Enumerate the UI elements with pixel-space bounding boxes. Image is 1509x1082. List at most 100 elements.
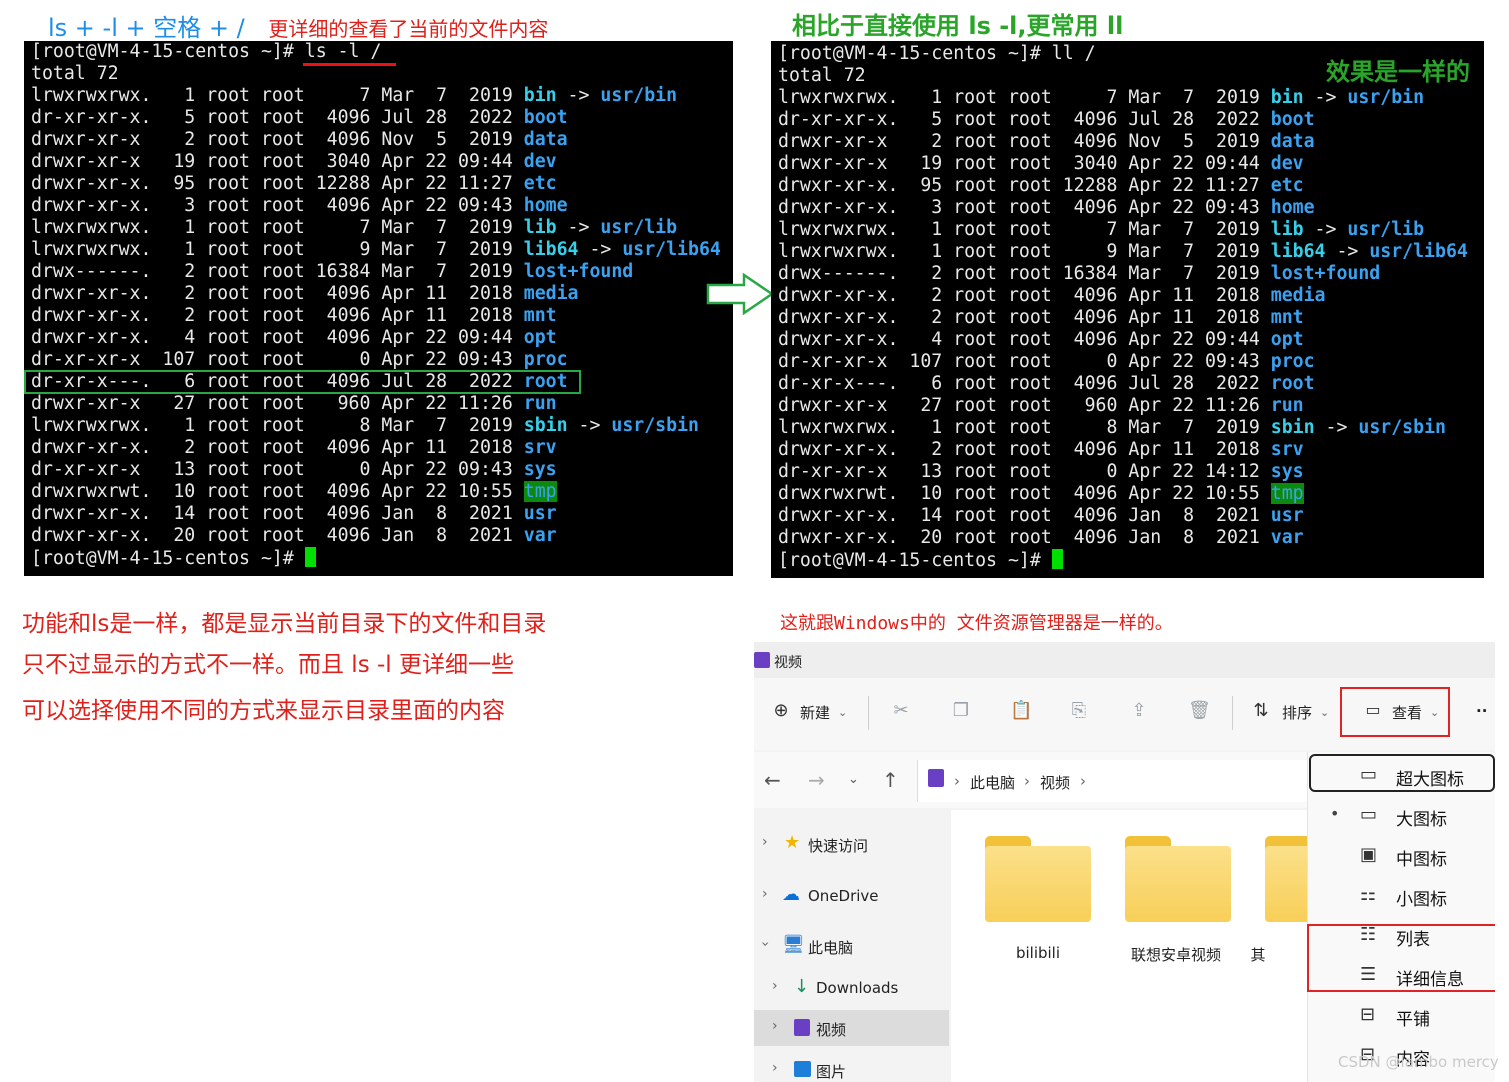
folder-label[interactable]: 联想安卓视频 [1116,944,1236,965]
chevron-right-icon: › [772,978,778,994]
sidebar-item-onedrive[interactable]: › ☁ OneDrive [754,878,949,914]
breadcrumb-this-pc[interactable]: 此电脑 [970,772,1015,793]
listing-meta: drwxr-xr-x 2 root root 4096 Nov 5 2019 [31,129,524,150]
forward-arrow-icon[interactable]: → [808,768,825,792]
listing-meta: drwxr-xr-x. 2 root root 4096 Apr 11 2018 [31,305,524,326]
menu-item-label: 中图标 [1396,850,1447,870]
listing-meta: drwx------. 2 root root 16384 Mar 7 2019 [778,263,1271,284]
terminal-left[interactable]: [root@VM-4-15-centos ~]# ls -l / total 72… [24,41,733,576]
listing-name: lib [523,217,557,238]
address-bar[interactable]: › 此电脑 › 视频 › [917,760,1317,802]
chevron-right-icon: › [762,886,768,902]
right-arrow-icon [706,273,775,315]
listing-row: drwxr-xr-x 2 root root 4096 Nov 5 2019 d… [31,129,733,151]
listing-name: data [1270,131,1315,152]
link-arrow: -> [1303,87,1348,108]
link-target: usr/sbin [611,415,699,436]
sidebar-item-quick-access[interactable]: › ★ 快速访问 [754,826,949,862]
chevron-down-icon: ⌄ [838,706,848,719]
terminal-command: ls -l / [304,41,382,62]
listing-name: media [1270,285,1326,306]
link-arrow: -> [1303,219,1348,240]
sidebar-item-label: OneDrive [808,887,879,905]
listing-meta: dr-xr-xr-x. 5 root root 4096 Jul 28 2022 [778,109,1271,130]
listing-row: dr-xr-xr-x 107 root root 0 Apr 22 09:43 … [31,349,733,371]
listing-name: proc [1270,351,1315,372]
explorer-title: 视频 [774,655,802,671]
breadcrumb-videos[interactable]: 视频 [1040,772,1070,793]
listing-row: drwxr-xr-x. 2 root root 4096 Apr 11 2018… [778,439,1484,461]
folder-label[interactable]: 其 [1243,944,1273,965]
listing-meta: lrwxrwxrwx. 1 root root 7 Mar 7 2019 [778,87,1271,108]
menu-item-medium-icons[interactable]: ▣ 中图标 [1308,836,1495,876]
cut-icon[interactable]: ✂ [890,700,912,722]
breadcrumb-separator-icon: › [1024,772,1030,790]
small-icons-icon: ⚏ [1360,884,1377,905]
terminal-end-prompt-line: [root@VM-4-15-centos ~]# [31,547,733,569]
listing-name: tmp [523,481,557,502]
share-icon[interactable]: ⇪ [1128,700,1150,722]
listing-meta: lrwxrwxrwx. 1 root root 7 Mar 7 2019 [778,219,1271,240]
sidebar-item-videos[interactable]: › 视频 [754,1010,949,1046]
listing-row: dr-xr-xr-x. 5 root root 4096 Jul 28 2022… [778,109,1484,131]
sidebar-item-this-pc[interactable]: › 🖥 此电脑 [754,928,949,964]
back-arrow-icon[interactable]: ← [764,768,781,792]
listing-name: etc [1270,175,1304,196]
listing-row: lrwxrwxrwx. 1 root root 8 Mar 7 2019 sbi… [778,417,1484,439]
sidebar-item-downloads[interactable]: › ↓ Downloads [754,970,949,1006]
listing-meta: drwxr-xr-x. 3 root root 4096 Apr 22 09:4… [778,197,1271,218]
sidebar-item-pictures[interactable]: › 图片 [754,1052,949,1082]
tiles-icon: ⊟ [1360,1004,1376,1025]
listing-name: sbin [523,415,568,436]
listing-name: srv [1270,439,1304,460]
folder-label[interactable]: bilibili [978,944,1098,962]
menu-item-large-icons[interactable]: • ▭ 大图标 [1308,796,1495,836]
explorer-note: 这就跟Windows中的 文件资源管理器是一样的。 [780,613,1173,634]
new-plus-icon: ⊕ [773,700,789,721]
sidebar-item-label: 快速访问 [808,837,869,855]
delete-icon[interactable]: 🗑 [1188,700,1211,722]
right-title-annotation: 相比于直接使用 ls -l,更常用 ll [792,12,1124,40]
note-line-1: 功能和ls是一样，都是显示当前目录下的文件和目录 [22,611,547,637]
sidebar-item-label: 视频 [816,1021,847,1039]
listing-name: data [523,129,568,150]
sort-icon: ⇅ [1253,700,1269,721]
listing-row: drwxr-xr-x. 2 root root 4096 Apr 11 2018… [778,307,1484,329]
cloud-icon: ☁ [782,884,800,905]
paste-icon[interactable]: 📋 [1010,700,1032,722]
terminal-right[interactable]: [root@VM-4-15-centos ~]# ll / total 72 lrw… [771,41,1484,578]
recent-chevron-icon[interactable]: ⌄ [848,772,859,787]
rename-icon[interactable]: ⎘ [1068,700,1090,722]
explorer-toolbar: ⊕ 新建 ⌄ ✂ ❐ 📋 ⎘ ⇪ 🗑 ⇅ 排序 ⌄ ▭ 查看 ⌄ ·· [754,678,1495,750]
menu-item-small-icons[interactable]: ⚏ 小图标 [1308,876,1495,916]
listing-row: lrwxrwxrwx. 1 root root 8 Mar 7 2019 sbi… [31,415,733,437]
link-arrow: -> [556,217,601,238]
listing-row: dr-xr-xr-x 13 root root 0 Apr 22 14:12 s… [778,461,1484,483]
listing-meta: lrwxrwxrwx. 1 root root 8 Mar 7 2019 [778,417,1271,438]
breadcrumb-separator-icon: › [954,772,960,790]
terminal-prompt: [root@VM-4-15-centos ~]# [31,548,305,569]
sort-button[interactable]: 排序 [1282,702,1312,723]
terminal-prompt: [root@VM-4-15-centos ~]# [778,43,1052,64]
listing-name: mnt [523,305,557,326]
menu-item-label: 大图标 [1396,810,1447,830]
menu-item-tiles[interactable]: ⊟ 平铺 [1308,996,1495,1036]
link-target: usr/sbin [1358,417,1446,438]
folder-icon[interactable] [1125,836,1231,922]
new-button[interactable]: 新建 [800,702,830,723]
listing-meta: drwxr-xr-x. 4 root root 4096 Apr 22 09:4… [31,327,524,348]
more-options-button[interactable]: ·· [1476,702,1487,720]
folder-icon[interactable] [985,836,1091,922]
left-title-text: ls + -l + 空格 + / [48,14,245,42]
copy-icon[interactable]: ❐ [950,700,972,722]
listing-row: drwxr-xr-x. 20 root root 4096 Jan 8 2021… [778,527,1484,549]
listing-meta: drwxr-xr-x. 95 root root 12288 Apr 22 11… [778,175,1271,196]
listing-meta: lrwxrwxrwx. 1 root root 9 Mar 7 2019 [31,239,524,260]
listing-meta: drwxr-xr-x. 20 root root 4096 Jan 8 2021 [31,525,524,546]
listing-name: sys [523,459,557,480]
listing-name: lost+found [523,261,634,282]
view-button-highlight [1340,687,1450,737]
listing-name: home [1270,197,1315,218]
up-arrow-icon[interactable]: ↑ [882,768,899,792]
listing-meta: drwxr-xr-x 27 root root 960 Apr 22 11:26 [31,393,524,414]
